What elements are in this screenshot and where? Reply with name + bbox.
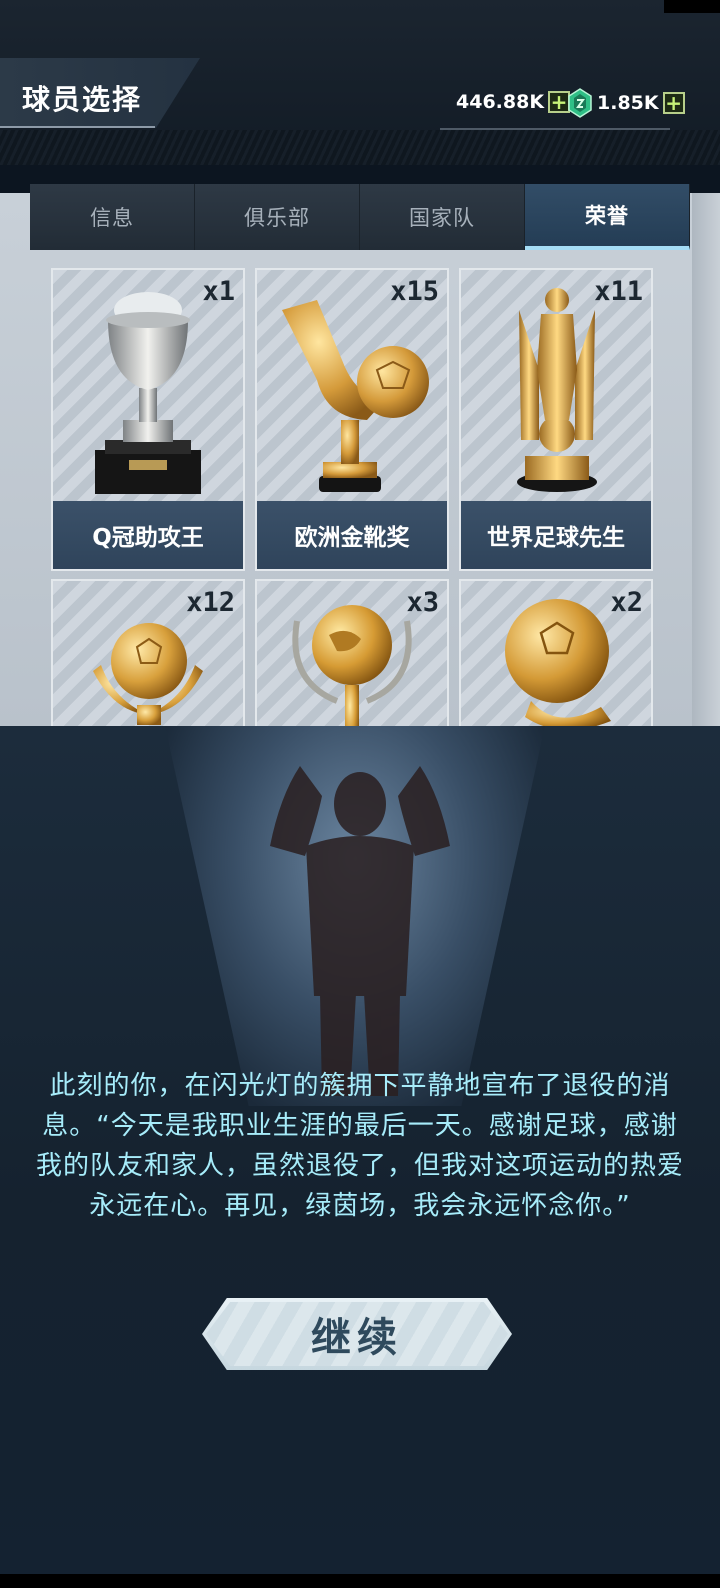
page-title: 球员选择 (22, 83, 143, 116)
honor-name: Q冠助攻王 (53, 501, 243, 569)
honor-card[interactable]: x1 Q冠助攻王 (51, 268, 245, 571)
honor-count: x15 (390, 276, 439, 307)
honor-card[interactable]: x11 世界足球先生 (459, 268, 653, 571)
title-underline (0, 126, 155, 128)
tab-club[interactable]: 俱乐部 (195, 184, 360, 250)
honor-card[interactable]: x2 (459, 579, 653, 726)
honor-card[interactable]: x3 (255, 579, 449, 726)
honor-name: 世界足球先生 (461, 501, 651, 569)
honor-card[interactable]: x15 欧洲金靴奖 (255, 268, 449, 571)
honor-count: x12 (186, 587, 235, 618)
status-notch (664, 0, 720, 13)
system-bar (0, 1574, 720, 1588)
green-gem-icon (568, 88, 592, 118)
currency-underline (440, 128, 670, 130)
coin-amount: 446.88K (456, 91, 545, 113)
honor-name: 欧洲金靴奖 (257, 501, 447, 569)
honor-count: x2 (610, 587, 643, 618)
continue-button-label: 继续 (311, 1315, 403, 1361)
player-silhouette-icon (270, 766, 450, 1096)
gem-amount: 1.85K (597, 92, 659, 114)
retirement-message: 此刻的你，在闪光灯的簇拥下平静地宣布了退役的消息。“今天是我职业生涯的最后一天。… (36, 1071, 685, 1221)
decorative-stripes (0, 130, 720, 165)
tab-bar: 信息 俱乐部 国家队 荣誉 (30, 184, 690, 250)
honors-grid: x1 Q冠助攻王 x15 欧洲金靴奖 x11 世界足球先生 x12 x3 x2 (51, 268, 661, 726)
tab-honors[interactable]: 荣誉 (525, 184, 690, 250)
coin-balance: 446.88K + (456, 91, 571, 113)
retirement-scene: 此刻的你，在闪光灯的簇拥下平静地宣布了退役的消息。“今天是我职业生涯的最后一天。… (0, 726, 720, 1588)
add-coins-button[interactable]: + (548, 91, 571, 113)
add-gems-button[interactable]: + (662, 92, 685, 114)
honor-count: x3 (406, 587, 439, 618)
honor-card[interactable]: x12 (51, 579, 245, 726)
panel-edge (692, 193, 720, 726)
honor-count: x1 (202, 276, 235, 307)
tab-national-team[interactable]: 国家队 (360, 184, 525, 250)
tab-info[interactable]: 信息 (30, 184, 195, 250)
continue-button[interactable]: 继续 (202, 1298, 512, 1370)
gem-balance: 1.85K + (568, 88, 685, 118)
honor-count: x11 (594, 276, 643, 307)
